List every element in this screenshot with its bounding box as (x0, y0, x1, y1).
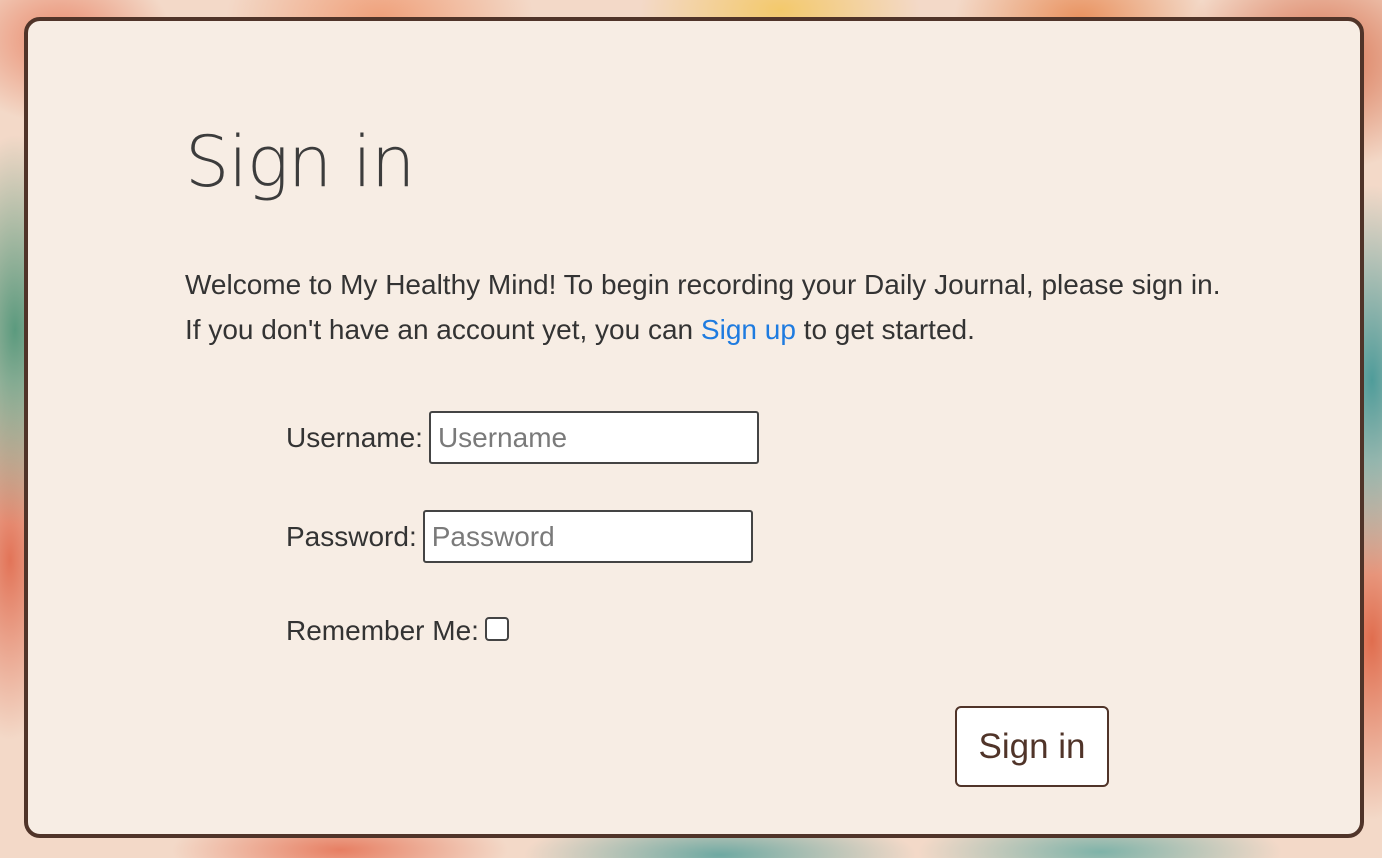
password-row: Password: (286, 510, 753, 563)
username-label: Username: (286, 421, 423, 453)
sign-in-button[interactable]: Sign in (955, 706, 1109, 787)
intro-line-2-suffix: to get started. (803, 314, 975, 345)
username-row: Username: (286, 411, 759, 464)
remember-checkbox[interactable] (484, 617, 509, 641)
remember-row: Remember Me: (286, 615, 509, 647)
intro-line-2-prefix: If you don't have an account yet, you ca… (185, 314, 694, 345)
signup-link[interactable]: Sign up (701, 314, 796, 345)
intro-line-1: Welcome to My Healthy Mind! To begin rec… (185, 269, 1221, 300)
password-label: Password: (286, 520, 417, 552)
page-title: Sign in (185, 121, 415, 203)
username-input[interactable] (428, 411, 759, 464)
remember-label: Remember Me: (286, 615, 479, 646)
signin-card: Sign in Welcome to My Healthy Mind! To b… (24, 17, 1364, 838)
password-input[interactable] (422, 510, 753, 563)
intro-text: Welcome to My Healthy Mind! To begin rec… (185, 262, 1295, 352)
